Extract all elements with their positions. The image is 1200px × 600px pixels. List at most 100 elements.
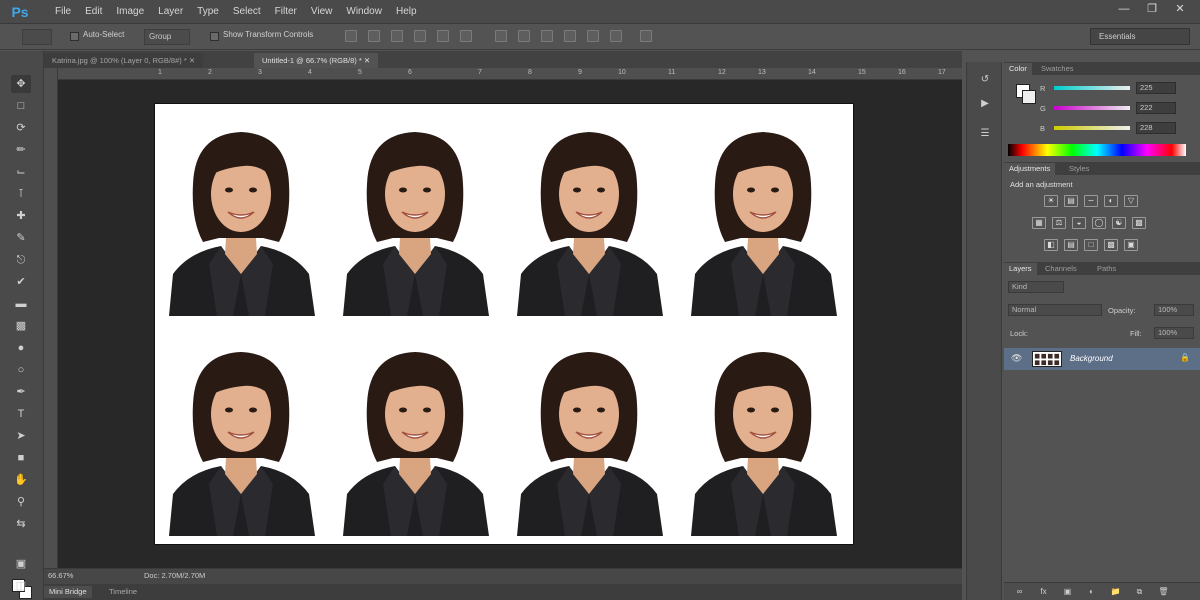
crop-tool-icon[interactable]: ⌙	[11, 163, 31, 181]
close-button[interactable]: ✕	[1170, 2, 1190, 16]
brightness-adjustment-icon[interactable]: ☀	[1044, 195, 1058, 207]
blur-tool-icon[interactable]: ●	[11, 339, 31, 357]
layer-filter-kind-dropdown[interactable]: Kind	[1008, 281, 1064, 293]
curves-adjustment-icon[interactable]: ∽	[1084, 195, 1098, 207]
menu-file[interactable]: File	[48, 0, 78, 24]
clone-stamp-tool-icon[interactable]: ⎋	[11, 251, 31, 269]
align-left-icon[interactable]	[414, 30, 426, 42]
tab-timeline[interactable]: Timeline	[104, 586, 142, 598]
brush-tool-icon[interactable]: ✎	[11, 229, 31, 247]
tab-color[interactable]: Color	[1004, 63, 1032, 75]
lasso-tool-icon[interactable]: ⟳	[11, 119, 31, 137]
align-top-icon[interactable]	[345, 30, 357, 42]
tab-mini-bridge[interactable]: Mini Bridge	[44, 586, 92, 598]
zoom-level[interactable]: 66.67%	[48, 571, 73, 580]
align-hcenter-icon[interactable]	[437, 30, 449, 42]
document-info[interactable]: Doc: 2.70M/2.70M	[144, 571, 205, 580]
auto-select-checkbox[interactable]	[70, 32, 79, 41]
marquee-tool-icon[interactable]: □	[11, 97, 31, 115]
new-adjustment-icon[interactable]: ◐	[1086, 586, 1097, 597]
hue-saturation-adjustment-icon[interactable]: ▦	[1032, 217, 1046, 229]
blend-mode-dropdown[interactable]: Normal	[1008, 304, 1102, 316]
menu-select[interactable]: Select	[226, 0, 268, 24]
canvas-area[interactable]	[58, 80, 962, 568]
move-tool-preset-picker[interactable]	[22, 29, 52, 45]
hand-tool-icon[interactable]: ✋	[11, 471, 31, 489]
distribute-bottom-icon[interactable]	[541, 30, 553, 42]
layer-name[interactable]: Background	[1070, 354, 1113, 363]
blue-value[interactable]: 228	[1136, 122, 1176, 134]
distribute-left-icon[interactable]	[564, 30, 576, 42]
gradient-tool-icon[interactable]: ▩	[11, 317, 31, 335]
align-vcenter-icon[interactable]	[368, 30, 380, 42]
exposure-adjustment-icon[interactable]: ◐	[1104, 195, 1118, 207]
auto-select-target-dropdown[interactable]: Group	[144, 29, 190, 45]
black-white-adjustment-icon[interactable]: ◒	[1072, 217, 1086, 229]
workspace-dropdown[interactable]: Essentials	[1090, 28, 1190, 45]
photo-filter-adjustment-icon[interactable]: ◯	[1092, 217, 1106, 229]
menu-layer[interactable]: Layer	[151, 0, 190, 24]
tab-channels[interactable]: Channels	[1040, 263, 1082, 275]
red-slider[interactable]	[1054, 86, 1130, 90]
vibrance-adjustment-icon[interactable]: ▽	[1124, 195, 1138, 207]
quick-select-tool-icon[interactable]: ✏	[11, 141, 31, 159]
tab-adjustments[interactable]: Adjustments	[1004, 163, 1056, 175]
align-bottom-icon[interactable]	[391, 30, 403, 42]
menu-help[interactable]: Help	[389, 0, 424, 24]
red-value[interactable]: 225	[1136, 82, 1176, 94]
menu-window[interactable]: Window	[339, 0, 389, 24]
blue-slider[interactable]	[1054, 126, 1130, 130]
eraser-tool-icon[interactable]: ▬	[11, 295, 31, 313]
color-spectrum-bar[interactable]	[1008, 144, 1186, 156]
swap-colors-icon[interactable]: ⇆	[11, 515, 31, 533]
pen-tool-icon[interactable]: ✒	[11, 383, 31, 401]
menu-type[interactable]: Type	[190, 0, 226, 24]
delete-layer-icon[interactable]: 🗑	[1158, 586, 1169, 597]
visibility-eye-icon[interactable]: 👁	[1011, 353, 1022, 364]
color-bg-swatch[interactable]	[1022, 90, 1036, 104]
invert-adjustment-icon[interactable]: ◧	[1044, 239, 1058, 251]
menu-filter[interactable]: Filter	[268, 0, 304, 24]
distribute-right-icon[interactable]	[610, 30, 622, 42]
green-slider[interactable]	[1054, 106, 1130, 110]
auto-align-icon[interactable]	[640, 30, 652, 42]
layer-row-background[interactable]: 👁 Background 🔒	[1004, 348, 1200, 370]
threshold-adjustment-icon[interactable]: □	[1084, 239, 1098, 251]
tab-untitled-1[interactable]: Untitled-1 @ 66.7% (RGB/8) * ✕	[254, 53, 379, 68]
menu-edit[interactable]: Edit	[78, 0, 109, 24]
add-mask-icon[interactable]: ▣	[1062, 586, 1073, 597]
posterize-adjustment-icon[interactable]: ▤	[1064, 239, 1078, 251]
fill-field[interactable]: 100%	[1154, 327, 1194, 339]
zoom-tool-icon[interactable]: ⚲	[11, 493, 31, 511]
tab-swatches[interactable]: Swatches	[1036, 63, 1079, 75]
tab-layers[interactable]: Layers	[1004, 263, 1037, 275]
move-tool-icon[interactable]: ✥	[11, 75, 31, 93]
quick-mask-icon[interactable]: ▣	[11, 555, 31, 573]
dodge-tool-icon[interactable]: ○	[11, 361, 31, 379]
healing-brush-tool-icon[interactable]: ✚	[11, 207, 31, 225]
document-canvas[interactable]	[155, 104, 853, 544]
new-group-icon[interactable]: 📁	[1110, 586, 1121, 597]
align-right-icon[interactable]	[460, 30, 472, 42]
history-panel-icon[interactable]: ↺	[975, 72, 995, 88]
rectangle-tool-icon[interactable]: ■	[11, 449, 31, 467]
distribute-hcenter-icon[interactable]	[587, 30, 599, 42]
show-transform-checkbox[interactable]	[210, 32, 219, 41]
history-brush-tool-icon[interactable]: ✔	[11, 273, 31, 291]
gradient-map-adjustment-icon[interactable]: ▩	[1104, 239, 1118, 251]
opacity-field[interactable]: 100%	[1154, 304, 1194, 316]
menu-view[interactable]: View	[304, 0, 340, 24]
distribute-top-icon[interactable]	[495, 30, 507, 42]
link-layers-icon[interactable]: ∞	[1014, 586, 1025, 597]
minimize-button[interactable]: —	[1114, 2, 1134, 16]
actions-panel-icon[interactable]: ▶	[975, 96, 995, 112]
selective-color-adjustment-icon[interactable]: ▣	[1124, 239, 1138, 251]
channel-mixer-adjustment-icon[interactable]: ☯	[1112, 217, 1126, 229]
layer-style-icon[interactable]: fx	[1038, 586, 1049, 597]
tab-styles[interactable]: Styles	[1064, 163, 1094, 175]
screen-mode-icon[interactable]: ◫	[11, 577, 31, 595]
type-tool-icon[interactable]: T	[11, 405, 31, 423]
new-layer-icon[interactable]: ⧉	[1134, 586, 1145, 597]
eyedropper-tool-icon[interactable]: ⊺	[11, 185, 31, 203]
green-value[interactable]: 222	[1136, 102, 1176, 114]
